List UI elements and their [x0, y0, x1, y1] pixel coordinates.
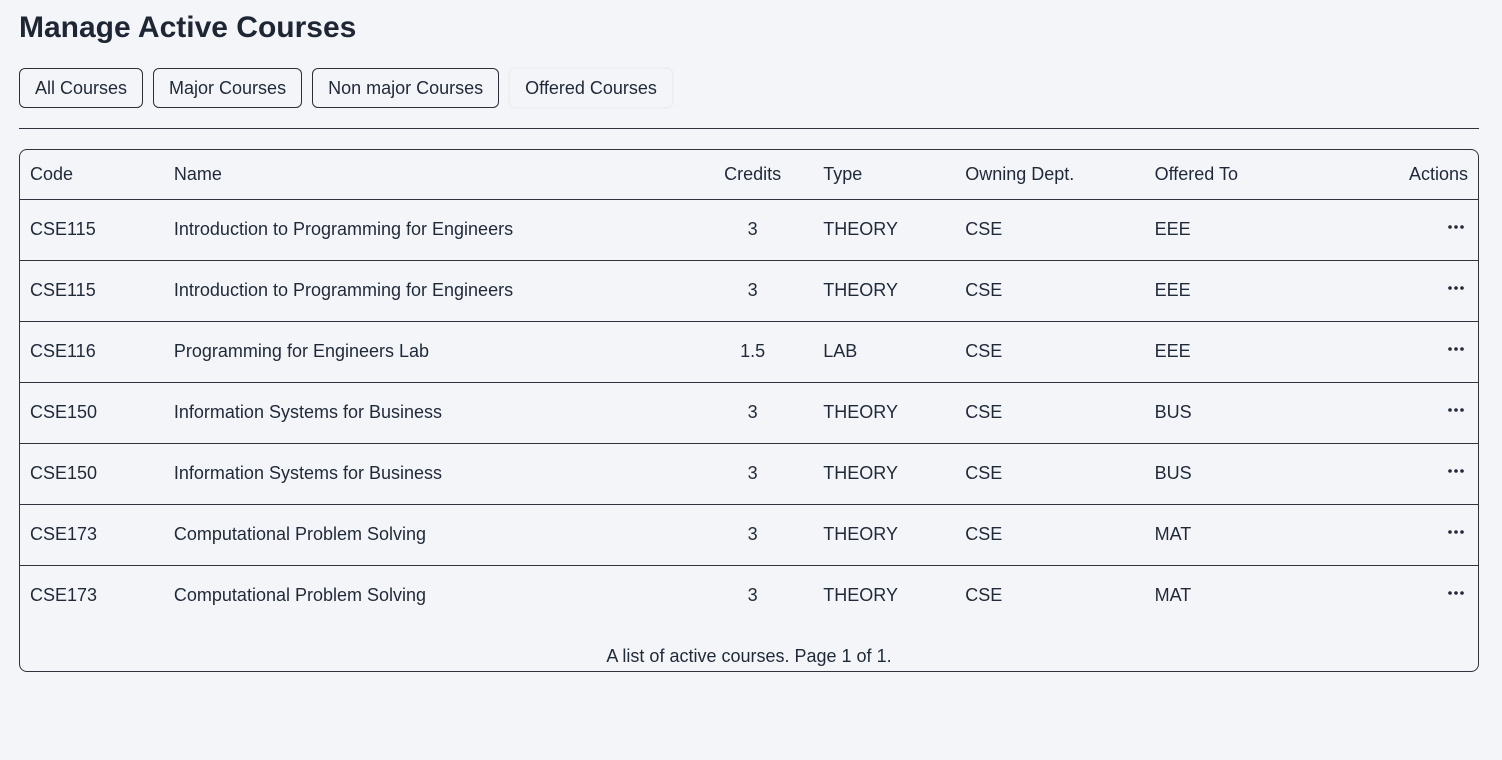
tab-offered-courses[interactable]: Offered Courses	[509, 68, 673, 108]
cell-owning-dept: CSE	[965, 280, 1003, 300]
cell-code: CSE150	[30, 463, 98, 483]
cell-offered-to: EEE	[1154, 219, 1191, 239]
more-horizontal-icon	[1448, 225, 1464, 229]
cell-owning-dept: CSE	[965, 219, 1003, 239]
row-actions-button[interactable]	[1444, 276, 1468, 300]
cell-offered-to: MAT	[1154, 585, 1192, 606]
cell-type: THEORY	[823, 280, 898, 300]
cell-credits: 3	[747, 402, 758, 422]
cell-actions	[1324, 565, 1478, 626]
page: Manage Active Courses All Courses Major …	[0, 0, 1502, 760]
cell-credits: 3	[747, 280, 758, 300]
cell-code: CSE173	[30, 524, 98, 544]
row-actions-button[interactable]	[1444, 398, 1468, 422]
cell-offered-to: BUS	[1154, 402, 1192, 422]
column-header-owning-dept: Owning Dept.	[965, 163, 1075, 184]
divider	[19, 128, 1479, 129]
cell-type: THEORY	[823, 463, 898, 483]
cell-actions	[1324, 443, 1478, 504]
column-header-offered-to: Offered To	[1154, 163, 1238, 184]
table-row: CSE116 Programming for Engineers Lab 1.5 LA…	[20, 321, 1478, 382]
cell-name: Programming for Engineers Lab	[173, 341, 430, 361]
more-horizontal-icon	[1448, 530, 1464, 534]
row-actions-button[interactable]	[1444, 581, 1468, 605]
cell-actions	[1324, 321, 1478, 382]
cell-credits: 3	[747, 219, 758, 239]
cell-offered-to: MAT	[1154, 524, 1192, 544]
row-actions-button[interactable]	[1444, 215, 1468, 239]
tab-non-major-courses[interactable]: Non major Courses	[312, 68, 500, 108]
cell-owning-dept: CSE	[965, 585, 1003, 606]
tab-all-courses[interactable]: All Courses	[19, 68, 144, 108]
row-actions-button[interactable]	[1444, 459, 1468, 483]
cell-offered-to: EEE	[1154, 341, 1191, 361]
cell-name: Computational Problem Solving	[173, 585, 427, 606]
more-horizontal-icon	[1448, 408, 1464, 412]
row-actions-button[interactable]	[1444, 520, 1468, 544]
column-header-credits: Credits	[724, 163, 782, 184]
cell-actions	[1324, 260, 1478, 321]
cell-name: Introduction to Programming for Engineer…	[173, 219, 514, 239]
table-row: CSE150 Information Systems for Business 3 T…	[20, 382, 1478, 443]
cell-owning-dept: CSE	[965, 402, 1003, 422]
table-row: CSE173 Computational Problem Solving 3 THEO…	[20, 504, 1478, 565]
cell-type: THEORY	[823, 585, 898, 606]
courses-table-container: Code Name Credits Type Owning Dept. Offe…	[19, 149, 1479, 672]
cell-name: Computational Problem Solving	[173, 524, 427, 544]
more-horizontal-icon	[1448, 286, 1464, 290]
cell-name: Information Systems for Business	[173, 463, 443, 483]
more-horizontal-icon	[1448, 469, 1464, 473]
table-row: CSE115 Introduction to Programming for En…	[20, 199, 1478, 260]
cell-code: CSE150	[30, 402, 98, 422]
cell-owning-dept: CSE	[965, 524, 1003, 544]
cell-credits: 3	[747, 463, 758, 483]
column-header-actions: Actions	[1408, 163, 1468, 184]
table-row: CSE173 Computational Problem Solving 3 THEO…	[20, 565, 1478, 626]
cell-offered-to: EEE	[1154, 280, 1191, 300]
column-header-type: Type	[823, 163, 863, 184]
column-header-name: Name	[173, 163, 222, 184]
cell-code: CSE115	[30, 219, 96, 239]
courses-table: Code Name Credits Type Owning Dept. Offe…	[20, 150, 1478, 626]
cell-type: THEORY	[823, 402, 898, 422]
cell-credits: 3	[747, 524, 758, 544]
cell-type: THEORY	[823, 219, 898, 239]
cell-owning-dept: CSE	[965, 463, 1003, 483]
cell-actions	[1324, 199, 1478, 260]
cell-code: CSE173	[30, 585, 98, 606]
cell-type: LAB	[823, 341, 858, 361]
cell-code: CSE115	[30, 280, 96, 300]
more-horizontal-icon	[1448, 591, 1464, 596]
cell-name: Information Systems for Business	[173, 402, 443, 422]
table-caption: A list of active courses. Page 1 of 1.	[606, 646, 892, 666]
course-filter-tabs: All Courses Major Courses Non major Cour…	[19, 68, 1479, 108]
table-row: CSE115 Introduction to Programming for En…	[20, 260, 1478, 321]
table-row: CSE150 Information Systems for Business 3 T…	[20, 443, 1478, 504]
column-header-code: Code	[30, 163, 74, 184]
header-row: Code Name Credits Type Owning Dept. Offe…	[20, 150, 1478, 199]
cell-type: THEORY	[823, 524, 898, 544]
cell-code: CSE116	[30, 341, 96, 361]
table-header: Code Name Credits Type Owning Dept. Offe…	[20, 150, 1478, 199]
more-horizontal-icon	[1448, 347, 1464, 351]
cell-owning-dept: CSE	[965, 341, 1003, 361]
table-body: CSE115 Introduction to Programming for En…	[20, 199, 1478, 626]
tab-major-courses[interactable]: Major Courses	[153, 68, 303, 108]
row-actions-button[interactable]	[1444, 337, 1468, 361]
cell-actions	[1324, 504, 1478, 565]
cell-offered-to: BUS	[1154, 463, 1192, 483]
cell-actions	[1324, 382, 1478, 443]
cell-name: Introduction to Programming for Engineer…	[173, 280, 514, 300]
cell-credits: 3	[747, 585, 758, 606]
page-title: Manage Active Courses	[19, 11, 357, 44]
cell-credits: 1.5	[740, 341, 766, 361]
